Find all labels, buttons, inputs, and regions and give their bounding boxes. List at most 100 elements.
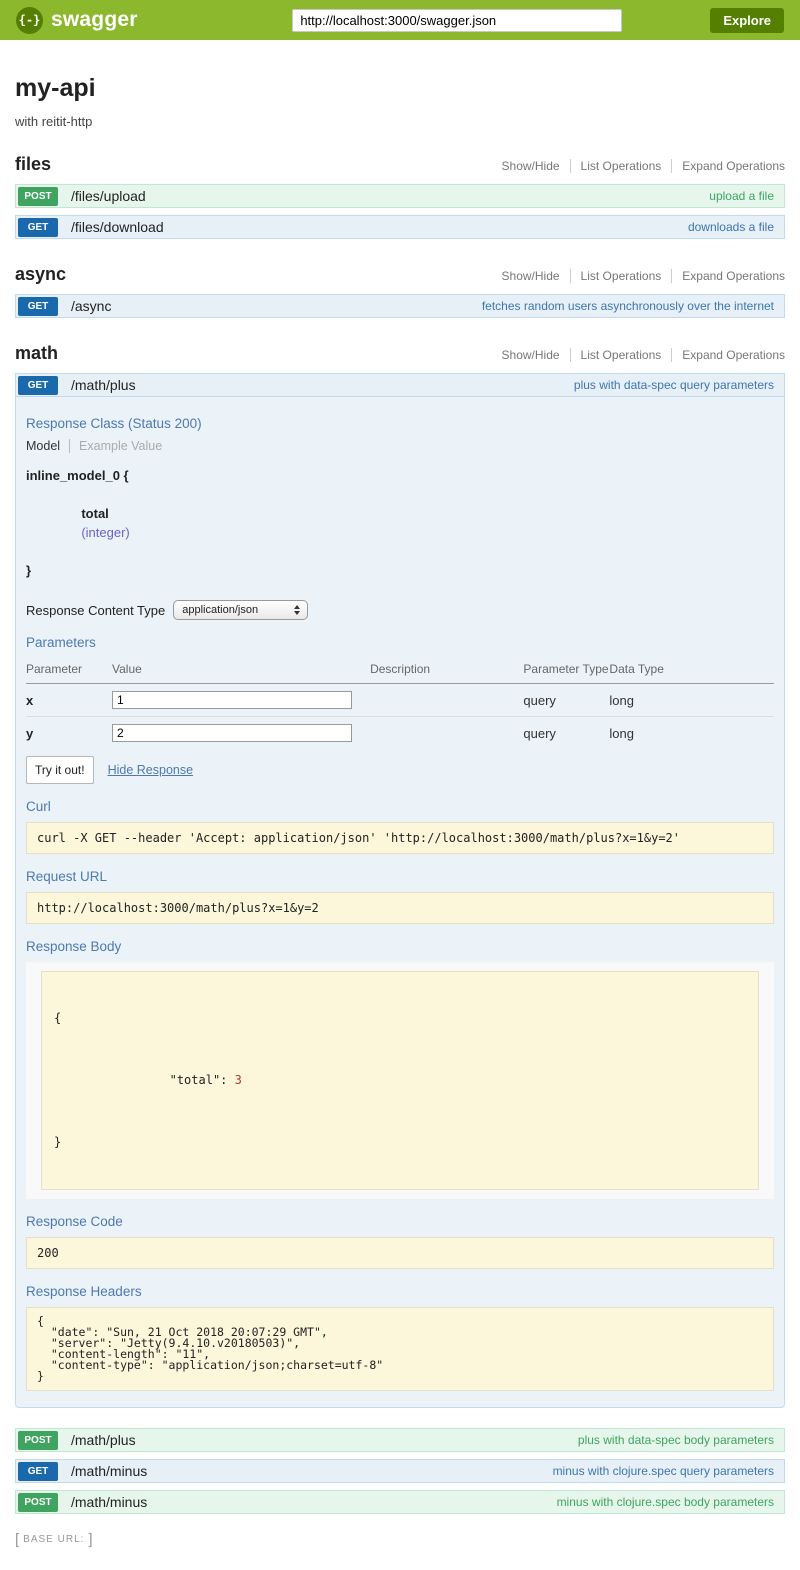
- endpoint-path[interactable]: /math/plus: [71, 1432, 136, 1448]
- show-hide-link[interactable]: Show/Hide: [492, 269, 570, 283]
- show-hide-link[interactable]: Show/Hide: [492, 159, 570, 173]
- method-badge-get: GET: [18, 376, 58, 395]
- response-body-heading: Response Body: [26, 939, 774, 954]
- section-controls-files: Show/Hide List Operations Expand Operati…: [492, 159, 785, 173]
- endpoint-summary[interactable]: fetches random users asynchronously over…: [482, 299, 774, 313]
- section-math: math Show/Hide List Operations Expand Op…: [15, 343, 785, 1514]
- endpoint-path[interactable]: /math/plus: [71, 377, 136, 393]
- endpoint-path[interactable]: /math/minus: [71, 1463, 147, 1479]
- model-property-type: (integer): [81, 525, 129, 540]
- request-url-heading: Request URL: [26, 869, 774, 884]
- endpoint-row-post-files-upload[interactable]: POST /files/upload upload a file: [15, 184, 785, 208]
- select-stepper-icon: [294, 605, 300, 615]
- api-info: my-api with reitit-http: [15, 74, 785, 129]
- section-title-files: files: [15, 154, 51, 175]
- list-operations-link[interactable]: List Operations: [570, 159, 672, 173]
- endpoint-row-get-math-minus[interactable]: GET /math/minus minus with clojure.spec …: [15, 1459, 785, 1483]
- column-header-value: Value: [112, 658, 370, 684]
- base-url-label: BASE URL:: [23, 1534, 84, 1545]
- base-url-bracket-close: ]: [88, 1531, 92, 1548]
- parameter-row-x: x query long: [26, 684, 774, 717]
- json-close-brace: }: [54, 1134, 746, 1151]
- endpoint-summary[interactable]: downloads a file: [688, 220, 774, 234]
- section-controls-async: Show/Hide List Operations Expand Operati…: [492, 269, 785, 283]
- top-bar: {-} swagger Explore: [0, 0, 800, 40]
- base-url-footer: [ BASE URL: ]: [15, 1531, 785, 1548]
- section-controls-math: Show/Hide List Operations Expand Operati…: [492, 348, 785, 362]
- section-files: files Show/Hide List Operations Expand O…: [15, 154, 785, 239]
- parameter-description: [370, 717, 523, 750]
- endpoint-get-math-plus-expanded: GET /math/plus plus with data-spec query…: [15, 373, 785, 1408]
- response-content-type-select[interactable]: application/json: [173, 600, 308, 620]
- endpoint-row-get-async[interactable]: GET /async fetches random users asynchro…: [15, 294, 785, 318]
- endpoint-row-post-math-plus[interactable]: POST /math/plus plus with data-spec body…: [15, 1428, 785, 1452]
- parameter-type: query: [523, 684, 609, 717]
- endpoint-summary[interactable]: plus with data-spec query parameters: [574, 378, 774, 392]
- endpoint-row-post-math-minus[interactable]: POST /math/minus minus with clojure.spec…: [15, 1490, 785, 1514]
- parameter-row-y: y query long: [26, 717, 774, 750]
- section-title-math: math: [15, 343, 58, 364]
- list-operations-link[interactable]: List Operations: [570, 348, 672, 362]
- swagger-logo-text: swagger: [51, 8, 138, 32]
- expand-operations-link[interactable]: Expand Operations: [671, 348, 785, 362]
- tab-example-value[interactable]: Example Value: [69, 439, 162, 453]
- curl-command: curl -X GET --header 'Accept: applicatio…: [26, 822, 774, 854]
- api-documentation: my-api with reitit-http files Show/Hide …: [0, 74, 800, 1548]
- parameter-x-input[interactable]: [112, 691, 352, 709]
- operation-content: Response Class (Status 200) Model Exampl…: [15, 397, 785, 1408]
- endpoint-summary[interactable]: plus with data-spec body parameters: [578, 1433, 774, 1447]
- json-key: "total":: [155, 1073, 234, 1087]
- response-headers-heading: Response Headers: [26, 1284, 774, 1299]
- expand-operations-link[interactable]: Expand Operations: [671, 269, 785, 283]
- hide-response-link[interactable]: Hide Response: [108, 763, 193, 777]
- swagger-logo-icon: {-}: [16, 7, 43, 34]
- endpoint-row-get-files-download[interactable]: GET /files/download downloads a file: [15, 215, 785, 239]
- method-badge-get: GET: [18, 297, 58, 316]
- section-title-async: async: [15, 264, 66, 285]
- endpoint-path[interactable]: /files/download: [71, 219, 164, 235]
- column-header-parameter-type: Parameter Type: [523, 658, 609, 684]
- response-content-type-label: Response Content Type: [26, 603, 165, 618]
- swagger-logo: {-} swagger: [16, 7, 138, 34]
- column-header-parameter: Parameter: [26, 658, 112, 684]
- list-operations-link[interactable]: List Operations: [570, 269, 672, 283]
- endpoint-path[interactable]: /math/minus: [71, 1494, 147, 1510]
- response-code-value: 200: [26, 1237, 774, 1269]
- endpoint-path[interactable]: /async: [71, 298, 111, 314]
- column-header-description: Description: [370, 658, 523, 684]
- model-name: inline_model_0 {: [26, 466, 774, 485]
- spec-url-input[interactable]: [292, 9, 622, 32]
- explore-button[interactable]: Explore: [710, 8, 784, 33]
- try-it-out-button[interactable]: Try it out!: [26, 756, 94, 784]
- parameter-y-input[interactable]: [112, 724, 352, 742]
- method-badge-get: GET: [18, 1462, 58, 1481]
- model-signature: inline_model_0 { total (integer) }: [26, 466, 774, 580]
- base-url-bracket-open: [: [15, 1531, 19, 1548]
- parameters-heading: Parameters: [26, 635, 774, 650]
- model-close-brace: }: [26, 561, 774, 580]
- json-open-brace: {: [54, 1010, 746, 1027]
- method-badge-get: GET: [18, 218, 58, 237]
- expand-operations-link[interactable]: Expand Operations: [671, 159, 785, 173]
- request-url-value: http://localhost:3000/math/plus?x=1&y=2: [26, 892, 774, 924]
- endpoint-path[interactable]: /files/upload: [71, 188, 146, 204]
- json-value: 3: [235, 1073, 242, 1087]
- show-hide-link[interactable]: Show/Hide: [492, 348, 570, 362]
- response-body-json: { "total": 3 }: [41, 971, 759, 1190]
- parameter-name: y: [26, 717, 112, 750]
- endpoint-summary[interactable]: minus with clojure.spec body parameters: [557, 1495, 774, 1509]
- response-body-wrapper: { "total": 3 }: [26, 962, 774, 1199]
- endpoint-row-get-math-plus[interactable]: GET /math/plus plus with data-spec query…: [15, 373, 785, 397]
- tab-model[interactable]: Model: [26, 439, 69, 453]
- method-badge-post: POST: [18, 187, 58, 206]
- response-content-type-value: application/json: [182, 604, 258, 616]
- response-headers-value: { "date": "Sun, 21 Oct 2018 20:07:29 GMT…: [26, 1307, 774, 1391]
- api-description: with reitit-http: [15, 114, 785, 129]
- endpoint-summary[interactable]: upload a file: [709, 189, 774, 203]
- model-tabs: Model Example Value: [26, 439, 774, 453]
- model-property-name: total: [81, 506, 108, 521]
- parameter-data-type: long: [609, 684, 774, 717]
- curl-heading: Curl: [26, 799, 774, 814]
- column-header-data-type: Data Type: [609, 658, 774, 684]
- endpoint-summary[interactable]: minus with clojure.spec query parameters: [553, 1464, 774, 1478]
